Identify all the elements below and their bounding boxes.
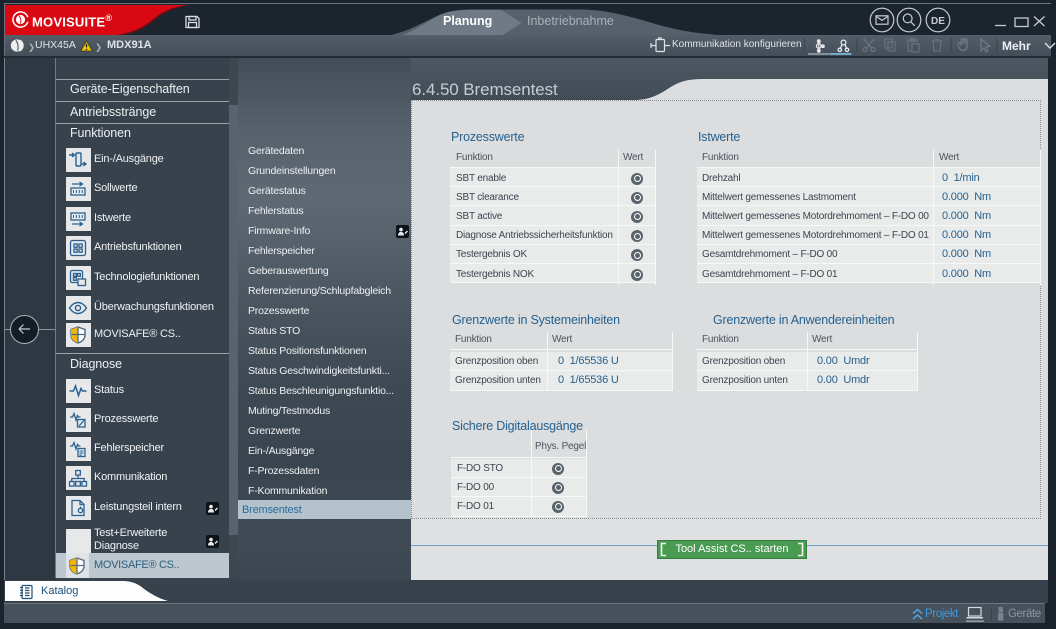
svg-text:DE: DE	[931, 16, 945, 27]
